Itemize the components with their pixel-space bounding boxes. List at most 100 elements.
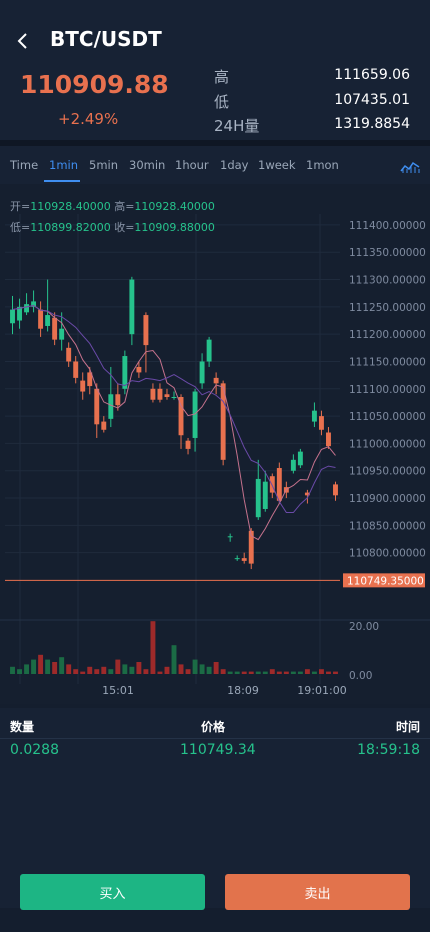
candle-body [45, 315, 51, 326]
volume-tick-label: 0.00 [349, 670, 372, 682]
tab-time[interactable]: Time [10, 158, 38, 172]
price-change: +2.49% [58, 110, 119, 128]
tab-1hour[interactable]: 1hour [175, 158, 209, 172]
trades-header-qty: 数量 [10, 720, 35, 734]
volume-bar [171, 645, 177, 674]
candle-body [290, 459, 296, 471]
volume-bar [255, 671, 261, 674]
x-tick-label: 18:09 [227, 684, 259, 697]
close-value: 110909.88000 [134, 221, 215, 234]
tab-1day[interactable]: 1day [220, 158, 248, 172]
volume-bar [248, 671, 254, 674]
candle-body [80, 380, 86, 392]
candlestick-chart[interactable]: 111400.00000 111350.00000 111300.00000 1112… [0, 184, 430, 704]
volume-bar [10, 666, 15, 674]
trade-qty: 0.0288 [10, 742, 59, 758]
trade-time: 18:59:18 [357, 742, 420, 758]
volume-bar [87, 666, 93, 674]
y-tick-label: 111350.00000 [349, 247, 426, 259]
volume-bar [94, 669, 100, 674]
stat-low-value: 107435.01 [334, 92, 410, 108]
candle-body [311, 410, 317, 422]
candle-body [241, 558, 247, 561]
volume-bar [24, 664, 30, 674]
y-tick-label: 111100.00000 [349, 384, 426, 396]
candle-body [297, 451, 303, 466]
buy-button[interactable]: 买入 [20, 874, 205, 910]
volume-bar [290, 671, 296, 674]
x-tick-label: 19:01:00 [297, 684, 346, 697]
close-label: 收= [114, 221, 135, 234]
y-tick-label: 111200.00000 [349, 329, 426, 341]
tab-1week[interactable]: 1week [258, 158, 296, 172]
y-tick-label: 111400.00000 [349, 220, 426, 232]
candle-body [24, 304, 30, 313]
candle-body [94, 388, 100, 425]
back-arrow-icon[interactable] [12, 28, 34, 54]
candle-body [185, 440, 191, 449]
trade-price: 110749.34 [180, 742, 256, 758]
candle-body [206, 339, 212, 362]
volume-bar [227, 671, 233, 674]
candle-body [171, 397, 177, 398]
candle-body [129, 279, 135, 335]
volume-bar [276, 671, 282, 674]
volume-bar [213, 662, 219, 674]
trades-header-price: 价格 [201, 720, 226, 734]
candle-body [318, 416, 324, 430]
volume-bar [333, 671, 338, 674]
stat-high-label: 高 [214, 68, 230, 86]
volume-bar [122, 664, 128, 674]
tab-1mon[interactable]: 1mon [306, 158, 339, 172]
candle-body [157, 388, 163, 400]
y-tick-label: 110950.00000 [349, 466, 426, 478]
candle-body [52, 317, 58, 340]
volume-bar [311, 671, 317, 674]
candle-body [164, 394, 170, 397]
y-tick-label: 111300.00000 [349, 275, 426, 287]
candle-body [262, 481, 268, 509]
volume-bar [192, 659, 198, 674]
volume-bar [66, 664, 72, 674]
tab-30min[interactable]: 30min [129, 158, 165, 172]
low-label: 低= [10, 221, 31, 234]
candle-body [255, 478, 261, 518]
volume-bar [108, 669, 114, 674]
volume-bar [157, 671, 163, 674]
volume-bar [17, 669, 22, 674]
x-tick-label: 15:01 [102, 684, 134, 697]
volume-bar [38, 654, 44, 674]
y-tick-label: 111050.00000 [349, 411, 426, 423]
stat-volume-label: 24H量 [214, 117, 260, 135]
volume-bar [262, 671, 268, 674]
candle-body [115, 394, 121, 406]
sell-button[interactable]: 卖出 [225, 874, 410, 910]
volume-bar [297, 671, 303, 674]
volume-bar [283, 671, 289, 674]
volume-bar [129, 666, 135, 674]
candle-body [227, 536, 233, 538]
candle-body [59, 328, 65, 340]
tab-5min[interactable]: 5min [89, 158, 118, 172]
candle-body [213, 377, 219, 384]
volume-bar [326, 671, 331, 674]
ohlc-row-2: 低=110899.82000 收=110909.88000 [10, 219, 215, 235]
trades-header-time: 时间 [395, 720, 420, 734]
volume-bar [234, 671, 240, 674]
high-label: 高= [114, 200, 135, 213]
y-tick-label: 110900.00000 [349, 493, 426, 505]
volume-bar [304, 669, 310, 674]
chart-type-icon[interactable] [400, 158, 420, 174]
volume-bar [269, 669, 275, 674]
volume-bar [199, 664, 205, 674]
y-tick-label: 111150.00000 [349, 356, 426, 368]
moving-average-line [12, 304, 336, 541]
volume-bar [185, 669, 191, 674]
kline-chart-area[interactable]: 111400.00000 111350.00000 111300.00000 1112… [0, 184, 430, 704]
y-tick-label: 111250.00000 [349, 302, 426, 314]
y-tick-label: 111000.00000 [349, 438, 426, 450]
volume-bar [318, 669, 324, 674]
candle-body [10, 309, 15, 324]
stat-volume-value: 1319.8854 [334, 116, 410, 132]
tab-1min[interactable]: 1min [49, 158, 78, 172]
